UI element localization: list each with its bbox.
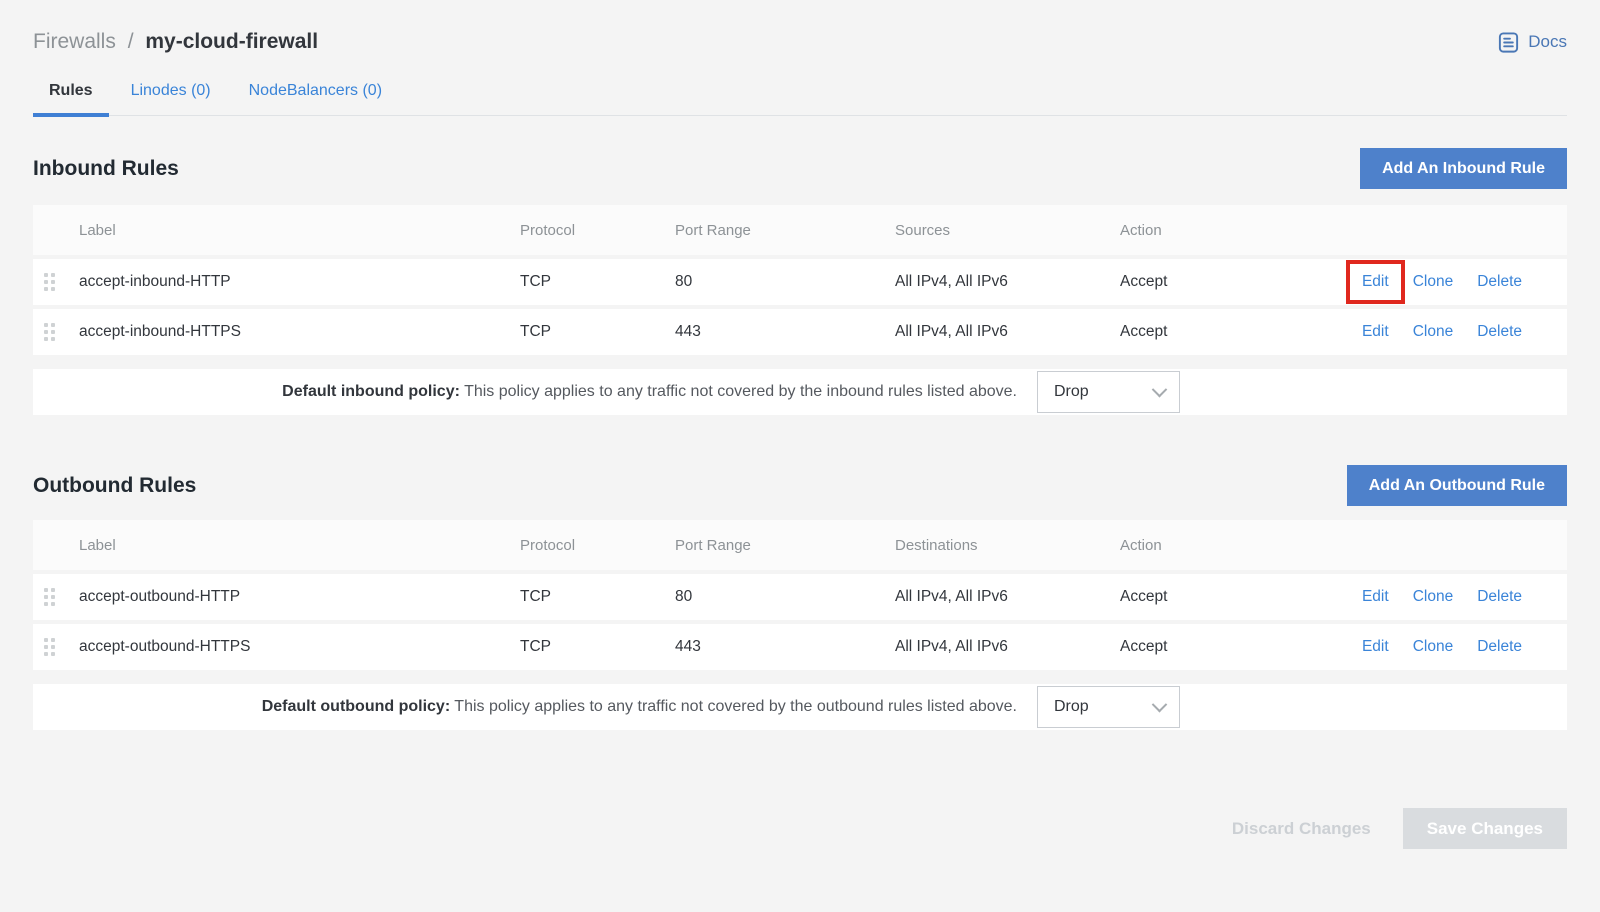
add-outbound-rule-button[interactable]: Add An Outbound Rule — [1347, 465, 1567, 506]
firewall-detail-page: Firewalls / my-cloud-firewall Docs Rules… — [0, 0, 1600, 849]
column-header-protocol: Protocol — [520, 537, 675, 554]
rule-destinations: All IPv4, All IPv6 — [895, 588, 1120, 606]
drag-handle-icon[interactable] — [44, 588, 55, 606]
delete-link[interactable]: Delete — [1477, 638, 1522, 656]
default-inbound-policy-row: Default inbound policy: This policy appl… — [33, 369, 1567, 415]
docs-link[interactable]: Docs — [1497, 31, 1567, 54]
rule-label: accept-outbound-HTTPS — [68, 638, 520, 656]
breadcrumb-firewalls-link[interactable]: Firewalls — [33, 30, 116, 53]
edit-link[interactable]: Edit — [1362, 588, 1389, 606]
rule-sources: All IPv4, All IPv6 — [895, 323, 1120, 341]
column-header-protocol: Protocol — [520, 222, 675, 239]
rule-destinations: All IPv4, All IPv6 — [895, 638, 1120, 656]
column-header-sources: Sources — [895, 222, 1120, 239]
outbound-table-header: Label Protocol Port Range Destinations A… — [33, 520, 1567, 570]
inbound-policy-select[interactable]: Drop — [1037, 371, 1180, 413]
breadcrumb: Firewalls / my-cloud-firewall — [33, 30, 318, 54]
rule-port-range: 80 — [675, 588, 895, 606]
rule-port-range: 443 — [675, 323, 895, 341]
default-outbound-policy-text: Default outbound policy: This policy app… — [262, 698, 1017, 716]
chevron-down-icon — [1152, 696, 1168, 712]
row-action-links: Edit Clone Delete — [1337, 323, 1522, 341]
tab-bar: Rules Linodes (0) NodeBalancers (0) — [33, 82, 1567, 116]
delete-link[interactable]: Delete — [1477, 588, 1522, 606]
drag-handle-icon[interactable] — [44, 273, 55, 291]
clone-link[interactable]: Clone — [1413, 638, 1454, 656]
rule-sources: All IPv4, All IPv6 — [895, 273, 1120, 291]
column-header-action: Action — [1120, 222, 1337, 239]
column-header-label: Label — [68, 537, 520, 554]
save-changes-button[interactable]: Save Changes — [1403, 808, 1567, 849]
drag-handle-icon[interactable] — [44, 323, 55, 341]
clone-link[interactable]: Clone — [1413, 323, 1454, 341]
breadcrumb-separator: / — [128, 30, 134, 53]
tab-nodebalancers[interactable]: NodeBalancers (0) — [233, 82, 398, 115]
edit-link[interactable]: Edit — [1362, 323, 1389, 341]
row-action-links: Edit Clone Delete — [1337, 273, 1522, 291]
column-header-action: Action — [1120, 537, 1337, 554]
column-header-destinations: Destinations — [895, 537, 1120, 554]
outbound-section-header: Outbound Rules Add An Outbound Rule — [33, 465, 1567, 506]
rule-action: Accept — [1120, 588, 1337, 606]
delete-link[interactable]: Delete — [1477, 323, 1522, 341]
outbound-policy-select[interactable]: Drop — [1037, 686, 1180, 728]
row-action-links: Edit Clone Delete — [1337, 588, 1522, 606]
column-header-port-range: Port Range — [675, 222, 895, 239]
outbound-policy-selected-value: Drop — [1054, 698, 1089, 716]
rule-label: accept-outbound-HTTP — [68, 588, 520, 606]
default-outbound-policy-label: Default outbound policy: — [262, 698, 450, 715]
footer-actions: Discard Changes Save Changes — [33, 808, 1567, 849]
inbound-policy-selected-value: Drop — [1054, 383, 1089, 401]
add-inbound-rule-button[interactable]: Add An Inbound Rule — [1360, 148, 1567, 189]
inbound-rules-table: Label Protocol Port Range Sources Action… — [33, 205, 1567, 415]
rule-protocol: TCP — [520, 638, 675, 656]
topbar: Firewalls / my-cloud-firewall Docs — [33, 30, 1567, 54]
rule-label: accept-inbound-HTTP — [68, 273, 520, 291]
rule-protocol: TCP — [520, 323, 675, 341]
tab-rules[interactable]: Rules — [33, 82, 109, 115]
row-action-links: Edit Clone Delete — [1337, 638, 1522, 656]
rule-protocol: TCP — [520, 588, 675, 606]
discard-changes-button[interactable]: Discard Changes — [1232, 819, 1371, 839]
default-inbound-policy-label: Default inbound policy: — [282, 383, 460, 400]
tab-linodes[interactable]: Linodes (0) — [115, 82, 227, 115]
inbound-rules-title: Inbound Rules — [33, 157, 179, 181]
edit-link[interactable]: Edit — [1362, 638, 1389, 656]
rule-protocol: TCP — [520, 273, 675, 291]
edit-link[interactable]: Edit — [1362, 273, 1389, 291]
clone-link[interactable]: Clone — [1413, 588, 1454, 606]
breadcrumb-current-firewall: my-cloud-firewall — [145, 30, 318, 53]
rule-label: accept-inbound-HTTPS — [68, 323, 520, 341]
table-row-accept-inbound-http: accept-inbound-HTTP TCP 80 All IPv4, All… — [33, 259, 1567, 305]
default-inbound-policy-text: Default inbound policy: This policy appl… — [282, 383, 1017, 401]
inbound-section-header: Inbound Rules Add An Inbound Rule — [33, 148, 1567, 189]
clone-link[interactable]: Clone — [1413, 273, 1454, 291]
outbound-rules-table: Label Protocol Port Range Destinations A… — [33, 520, 1567, 730]
outbound-rules-title: Outbound Rules — [33, 474, 196, 498]
table-row-accept-outbound-https: accept-outbound-HTTPS TCP 443 All IPv4, … — [33, 624, 1567, 670]
inbound-table-header: Label Protocol Port Range Sources Action — [33, 205, 1567, 255]
table-row-accept-outbound-http: accept-outbound-HTTP TCP 80 All IPv4, Al… — [33, 574, 1567, 620]
rule-action: Accept — [1120, 273, 1337, 291]
delete-link[interactable]: Delete — [1477, 273, 1522, 291]
column-header-label: Label — [68, 222, 520, 239]
docs-icon — [1497, 31, 1520, 54]
rule-port-range: 443 — [675, 638, 895, 656]
rule-action: Accept — [1120, 323, 1337, 341]
default-outbound-policy-row: Default outbound policy: This policy app… — [33, 684, 1567, 730]
column-header-port-range: Port Range — [675, 537, 895, 554]
docs-label: Docs — [1528, 32, 1567, 52]
table-row-accept-inbound-https: accept-inbound-HTTPS TCP 443 All IPv4, A… — [33, 309, 1567, 355]
rule-port-range: 80 — [675, 273, 895, 291]
rule-action: Accept — [1120, 638, 1337, 656]
chevron-down-icon — [1152, 381, 1168, 397]
drag-handle-icon[interactable] — [44, 638, 55, 656]
